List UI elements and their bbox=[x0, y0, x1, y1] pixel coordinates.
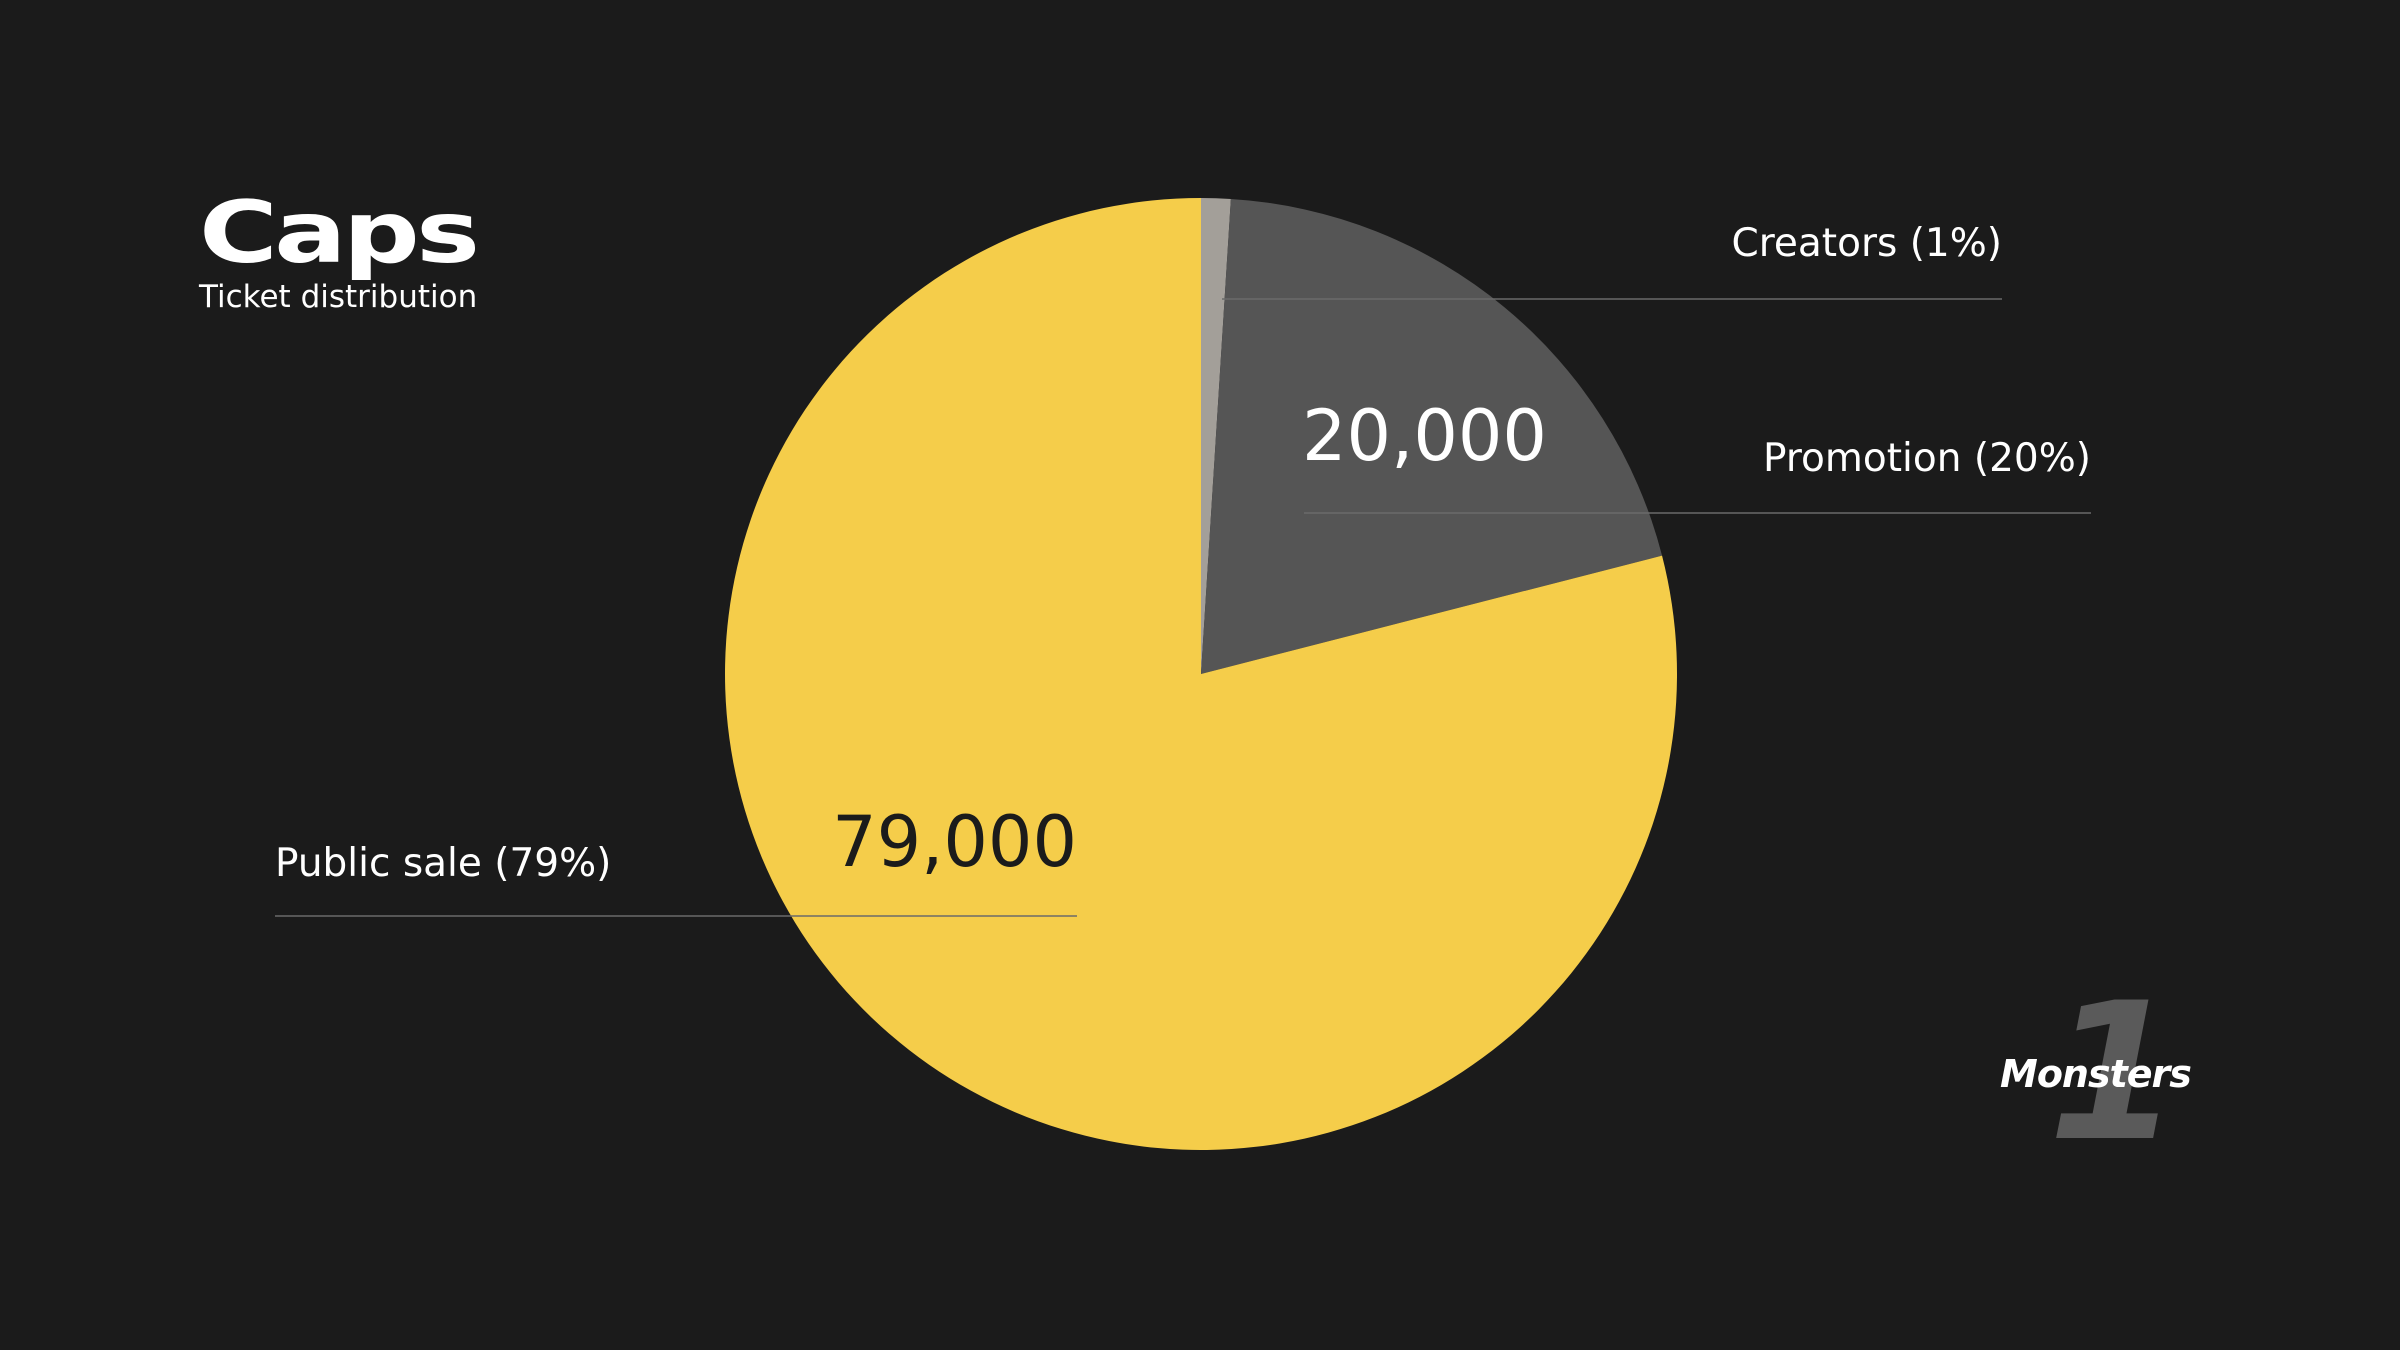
monsters-logo: 1 Monsters bbox=[1990, 978, 2210, 1168]
slice-value-label-2: 79,000 bbox=[832, 801, 1077, 883]
monsters-wordmark: Monsters bbox=[2000, 1052, 2192, 1096]
slice-label-2: Public sale (79%) bbox=[275, 841, 611, 886]
slice-value-label-1: 20,000 bbox=[1302, 395, 1547, 477]
slice-label-0: Creators (1%) bbox=[1731, 221, 2002, 266]
slice-label-1: Promotion (20%) bbox=[1763, 436, 2091, 481]
